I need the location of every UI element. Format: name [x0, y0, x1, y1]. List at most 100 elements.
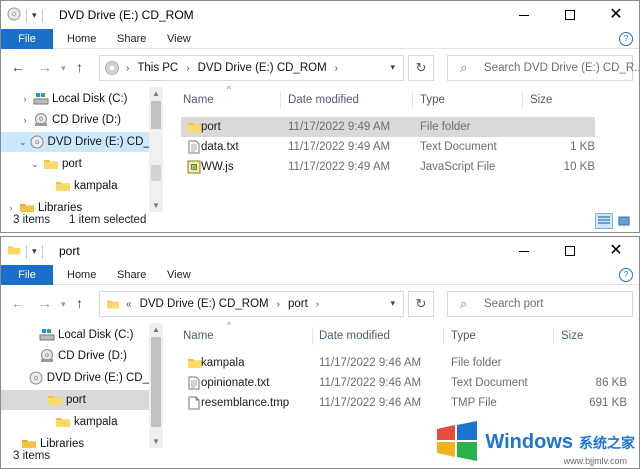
file-type: File folder — [420, 121, 471, 133]
file-row[interactable]: port 11/17/2022 9:49 AM File folder — [181, 117, 595, 137]
tree-item-kampala[interactable]: kampala — [1, 176, 149, 196]
maximize-button[interactable] — [547, 237, 593, 265]
recent-locations-icon[interactable]: ▾ — [61, 299, 66, 310]
tree-item-local-disk[interactable]: Local Disk (C:) — [1, 325, 149, 345]
watermark-url: www.bjjmlv.com — [563, 456, 627, 466]
tree-item-dvd-drive[interactable]: DVD Drive (E:) CD_ — [1, 368, 149, 388]
breadcrumb-this-pc[interactable]: This PC — [137, 62, 178, 74]
maximize-button[interactable] — [547, 1, 593, 29]
breadcrumb-port[interactable]: port — [288, 298, 308, 310]
breadcrumb-chevron-icon[interactable]: › — [126, 63, 129, 74]
recent-locations-icon[interactable]: ▾ — [61, 63, 66, 74]
scroll-up-icon[interactable]: ▲ — [149, 89, 163, 98]
details-view-icon — [598, 216, 610, 224]
scroll-down-icon[interactable]: ▼ — [149, 437, 163, 446]
breadcrumb-chevron-icon[interactable]: › — [277, 299, 280, 310]
disk-icon — [39, 328, 55, 342]
tab-view[interactable]: View — [167, 265, 191, 285]
close-button[interactable]: ✕ — [593, 1, 639, 29]
tab-share[interactable]: Share — [117, 265, 146, 285]
breadcrumb-dvd-drive[interactable]: DVD Drive (E:) CD_ROM — [140, 298, 269, 310]
customize-toolbar-icon[interactable]: ▾ — [32, 246, 37, 257]
tab-view[interactable]: View — [167, 29, 191, 49]
folder-icon[interactable] — [7, 243, 21, 260]
file-row[interactable]: resemblance.tmp 11/17/2022 9:46 AM TMP F… — [181, 393, 627, 413]
expand-chevron-icon[interactable]: › — [19, 115, 31, 125]
tree-item-kampala[interactable]: kampala — [1, 412, 149, 432]
column-header-name[interactable]: Name — [183, 87, 214, 113]
column-header-name[interactable]: Name — [183, 323, 214, 349]
up-button[interactable]: ↑ — [76, 59, 83, 75]
column-header-date[interactable]: Date modified — [288, 87, 359, 113]
dvd-icon[interactable] — [7, 7, 21, 24]
expand-ribbon-icon[interactable]: ? — [619, 32, 633, 46]
file-row[interactable]: opinionate.txt 11/17/2022 9:46 AM Text D… — [181, 373, 627, 393]
column-divider[interactable] — [412, 91, 413, 109]
breadcrumb-chevron-icon[interactable]: › — [186, 63, 189, 74]
collapse-chevron-icon[interactable]: ⌄ — [19, 137, 27, 148]
breadcrumb-overflow-icon[interactable]: « — [126, 299, 132, 310]
forward-button[interactable]: → — [38, 295, 52, 311]
column-header-size[interactable]: Size — [561, 323, 583, 349]
tree-item-cd-drive[interactable]: CD Drive (D:) — [1, 346, 149, 366]
tree-item-cd-drive[interactable]: › CD Drive (D:) — [1, 110, 149, 130]
address-dropdown-icon[interactable]: ▾ — [390, 298, 395, 309]
column-header-size[interactable]: Size — [530, 87, 552, 113]
search-placeholder: Search DVD Drive (E:) CD_R... — [484, 62, 640, 74]
expand-ribbon-icon[interactable]: ? — [619, 268, 633, 282]
forward-button[interactable]: → — [38, 59, 52, 75]
refresh-button[interactable]: ↻ — [408, 55, 434, 81]
minimize-button[interactable] — [501, 1, 547, 29]
scroll-thumb[interactable] — [151, 101, 161, 129]
close-button[interactable]: ✕ — [593, 237, 639, 265]
folder-icon — [47, 393, 63, 407]
tree-item-port[interactable]: ⌄ port — [1, 154, 149, 174]
column-header-date[interactable]: Date modified — [319, 323, 390, 349]
column-divider[interactable] — [522, 91, 523, 109]
back-button[interactable]: ← — [11, 59, 25, 75]
column-header-type[interactable]: Type — [420, 87, 445, 113]
address-bar[interactable]: › This PC › DVD Drive (E:) CD_ROM › ▾ — [99, 55, 404, 81]
customize-toolbar-icon[interactable]: ▾ — [32, 10, 37, 21]
column-divider[interactable] — [443, 327, 444, 345]
back-button[interactable]: ← — [11, 295, 25, 311]
scroll-up-icon[interactable]: ▲ — [149, 325, 163, 334]
tab-file[interactable]: File — [1, 29, 53, 49]
explorer-window-dvd-drive: ▾ DVD Drive (E:) CD_ROM ✕ File Home Shar… — [0, 0, 640, 233]
nav-scrollbar[interactable]: ▲ ▼ — [149, 87, 163, 212]
tab-home[interactable]: Home — [67, 265, 96, 285]
file-row[interactable]: data.txt 11/17/2022 9:49 AM Text Documen… — [181, 137, 595, 157]
column-divider[interactable] — [553, 327, 554, 345]
column-divider[interactable] — [280, 91, 281, 109]
close-icon: ✕ — [609, 242, 623, 259]
search-box[interactable]: ⌕ Search DVD Drive (E:) CD_R... — [447, 55, 639, 81]
folder-icon — [55, 415, 71, 429]
column-header-type[interactable]: Type — [451, 323, 476, 349]
column-divider[interactable] — [312, 327, 313, 345]
nav-scrollbar[interactable]: ▲ ▼ — [149, 323, 163, 448]
tab-home[interactable]: Home — [67, 29, 96, 49]
file-row[interactable]: kampala 11/17/2022 9:46 AM File folder — [181, 353, 627, 373]
scroll-down-icon[interactable]: ▼ — [149, 201, 163, 210]
breadcrumb-chevron-icon[interactable]: › — [335, 63, 338, 74]
expand-chevron-icon[interactable]: › — [19, 94, 31, 104]
refresh-button[interactable]: ↻ — [408, 291, 434, 317]
details-view-button[interactable] — [595, 213, 613, 229]
tree-item-local-disk[interactable]: › Local Disk (C:) — [1, 89, 149, 109]
address-dropdown-icon[interactable]: ▾ — [390, 62, 395, 73]
breadcrumb-dvd-drive[interactable]: DVD Drive (E:) CD_ROM — [198, 62, 327, 74]
minimize-button[interactable] — [501, 237, 547, 265]
tab-share[interactable]: Share — [117, 29, 146, 49]
up-button[interactable]: ↑ — [76, 295, 83, 311]
large-icons-view-button[interactable] — [615, 213, 633, 229]
tab-file[interactable]: File — [1, 265, 53, 285]
scroll-thumb[interactable] — [151, 337, 161, 427]
tree-item-dvd-drive[interactable]: ⌄ DVD Drive (E:) CD_ — [1, 132, 150, 152]
collapse-chevron-icon[interactable]: ⌄ — [29, 159, 41, 170]
search-box[interactable]: ⌕ Search port — [447, 291, 633, 317]
tree-item-port[interactable]: port — [1, 390, 149, 410]
file-row[interactable]: JS WW.js 11/17/2022 9:49 AM JavaScript F… — [181, 157, 595, 177]
breadcrumb-chevron-icon[interactable]: › — [316, 299, 319, 310]
ribbon-tabs: File Home Share View ? — [1, 29, 639, 49]
address-bar[interactable]: « DVD Drive (E:) CD_ROM › port › ▾ — [99, 291, 404, 317]
